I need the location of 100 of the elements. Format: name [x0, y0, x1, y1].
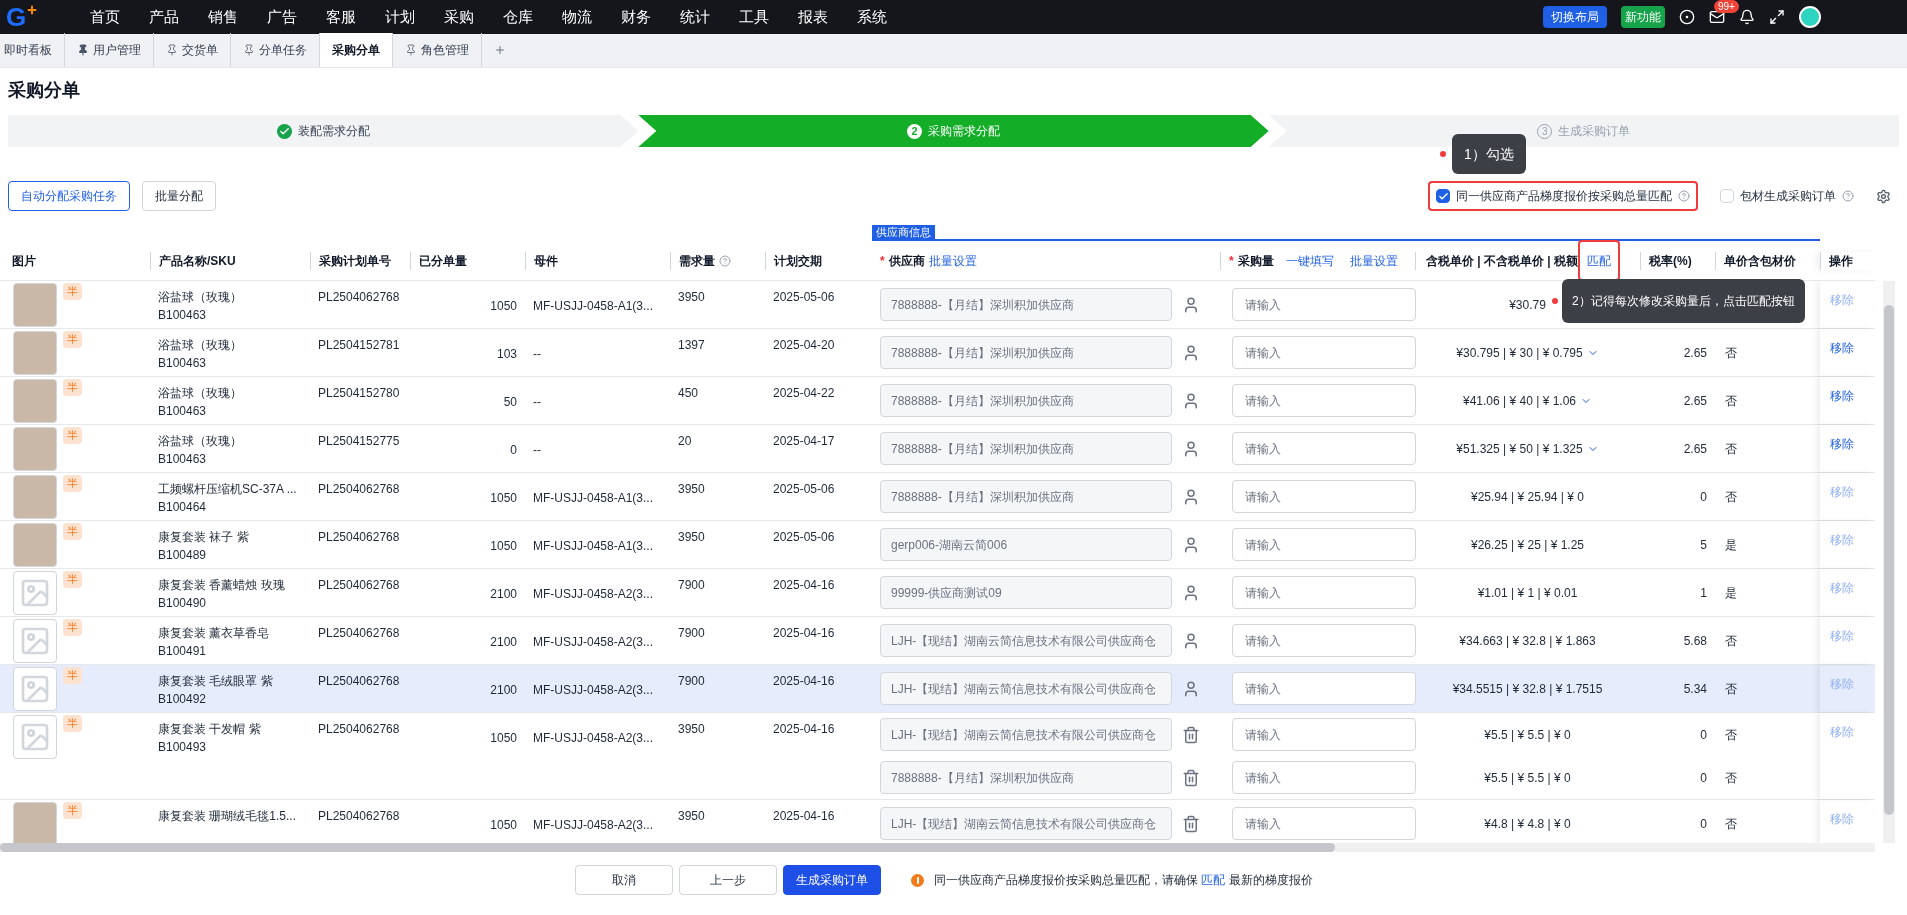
table-row[interactable]: 半 浴盐球（玫瑰） B100463 PL2504152775 0 -- 20 2025-04-17 7888888-【月结】深圳积加供应商 请输入 ¥51.325 | ¥ 50 | ¥ 1.325 2.65 否 移除 [0, 425, 1875, 473]
footer-button[interactable]: 取消 [575, 865, 673, 895]
quantity-input[interactable]: 请输入 [1232, 432, 1416, 465]
switch-layout-button[interactable]: 切换布局 [1543, 6, 1607, 28]
supplier-field[interactable]: LJH-【现结】湖南云简信息技术有限公司供应商仓 [880, 718, 1172, 751]
pin-icon[interactable] [405, 44, 417, 56]
supplier-field[interactable]: 7888888-【月结】深圳积加供应商 [880, 761, 1172, 794]
table-row[interactable]: 半 工频螺杆压缩机SC-37A ... B100464 PL2504062768 1050 MF-USJJ-0458-A1(3... 3950 2025-05-06 7888888-【月结】深圳积加供应商 请输入 ¥25.94 | ¥ 25.94 | ¥ 0 0 否 移除 [0, 473, 1875, 521]
remove-link[interactable]: 移除 [1830, 389, 1854, 403]
person-icon[interactable] [1182, 343, 1200, 362]
person-icon[interactable] [1182, 439, 1200, 458]
trash-icon[interactable] [1182, 725, 1200, 744]
quantity-input[interactable]: 请输入 [1232, 718, 1416, 751]
table-row[interactable]: 半 康复套装 薰衣草香皂 B100491 PL2504062768 2100 MF-USJJ-0458-A2(3... 7900 2025-04-16 LJH-【现结】湖南云简信息技术有限公司供应商仓 请输入 ¥34.663 | ¥ 32.8 | ¥ 1.863 5.68 否 移除 [0, 617, 1875, 665]
quantity-input[interactable]: 请输入 [1232, 807, 1416, 840]
page-tab[interactable]: 采购分单 [320, 33, 393, 67]
footer-button[interactable]: 上一步 [679, 865, 777, 895]
person-icon[interactable] [1182, 295, 1200, 314]
nav-item[interactable]: 仓库 [503, 5, 533, 29]
option-label[interactable]: 同一供应商产品梯度报价按采购总量匹配 [1456, 187, 1672, 205]
supplier-field[interactable]: gerp006-湖南云简006 [880, 528, 1172, 561]
pin-icon[interactable] [243, 44, 255, 56]
fill-all-link[interactable]: 一键填写 [1285, 251, 1334, 270]
nav-item[interactable]: 物流 [562, 5, 592, 29]
nav-item[interactable]: 首页 [90, 5, 120, 29]
table-cell-text: 2100 [489, 682, 518, 699]
quantity-input[interactable]: 请输入 [1232, 576, 1416, 609]
bell-icon[interactable] [1739, 9, 1755, 25]
trash-icon[interactable] [1182, 814, 1200, 833]
checkbox[interactable] [1436, 189, 1450, 203]
remove-link[interactable]: 移除 [1830, 341, 1854, 355]
table-cell-text: PL2504062768 [317, 577, 401, 594]
add-tab-icon[interactable] [494, 44, 506, 56]
supplier-field[interactable]: LJH-【现结】湖南云简信息技术有限公司供应商仓 [880, 624, 1172, 657]
nav-item[interactable]: 销售 [208, 5, 238, 29]
pin-icon[interactable] [166, 44, 178, 56]
quantity-input[interactable]: 请输入 [1232, 672, 1416, 705]
match-link[interactable]: 匹配 [1201, 873, 1226, 887]
nav-item[interactable]: 广告 [267, 5, 297, 29]
table-cell-text: 0 [509, 442, 518, 459]
remove-link[interactable]: 移除 [1830, 437, 1854, 451]
quantity-input[interactable]: 请输入 [1232, 480, 1416, 513]
person-icon[interactable] [1182, 583, 1200, 602]
match-link[interactable]: 匹配 [1587, 253, 1612, 268]
nav-item[interactable]: 采购 [444, 5, 474, 29]
nav-item[interactable]: 工具 [739, 5, 769, 29]
table-row[interactable]: 半 浴盐球（玫瑰） B100463 PL2504152780 50 -- 450 2025-04-22 7888888-【月结】深圳积加供应商 请输入 ¥41.06 | ¥ 40 | ¥ 1.06 2.65 否 移除 [0, 377, 1875, 425]
supplier-field[interactable]: 7888888-【月结】深圳积加供应商 [880, 432, 1172, 465]
page-tab[interactable]: 交货单 [154, 33, 231, 67]
page-tab[interactable]: 角色管理 [393, 33, 482, 67]
nav-item[interactable]: 系统 [857, 5, 887, 29]
trash-icon[interactable] [1182, 768, 1200, 787]
quantity-input[interactable]: 请输入 [1232, 761, 1416, 794]
table-cell-text: MF-USJJ-0458-A1(3... [532, 490, 655, 507]
supplier-field[interactable]: 7888888-【月结】深圳积加供应商 [880, 336, 1172, 369]
person-icon[interactable] [1182, 631, 1200, 650]
supplier-field[interactable]: 99999-供应商测试09 [880, 576, 1172, 609]
person-icon[interactable] [1182, 391, 1200, 410]
nav-item[interactable]: 产品 [149, 5, 179, 29]
logo[interactable]: G [6, 4, 66, 30]
person-icon[interactable] [1182, 535, 1200, 554]
nav-item[interactable]: 财务 [621, 5, 651, 29]
circle-icon[interactable] [1679, 9, 1695, 25]
nav-item[interactable]: 计划 [385, 5, 415, 29]
supplier-field[interactable]: LJH-【现结】湖南云简信息技术有限公司供应商仓 [880, 807, 1172, 840]
table-row[interactable]: 半 浴盐球（玫瑰） B100463 PL2504152781 103 -- 1397 2025-04-20 7888888-【月结】深圳积加供应商 请输入 ¥30.795 | ¥ 30 | ¥ 0.795 2.65 否 移除 [0, 329, 1875, 377]
supplier-field[interactable]: 7888888-【月结】深圳积加供应商 [880, 480, 1172, 513]
table-row[interactable]: 半 康复套装 香薰蜡烛 玫瑰 B100490 PL2504062768 2100 MF-USJJ-0458-A2(3... 7900 2025-04-16 99999-供应商测试09 请输入 ¥1.01 | ¥ 1 | ¥ 0.01 1 是 移除 [0, 569, 1875, 617]
table-row[interactable]: 半 康复套装 干发帽 紫 B100493 PL2504062768 1050 MF-USJJ-0458-A2(3... 3950 2025-04-16 LJH-【现结】湖南云简信息技术有限公司供应商仓 请输入 ¥5.5 | ¥ 5.5 | ¥ 0 0 否 7888888-【月结】深圳积加供应商 请输入 ¥5.5 | ¥ 5.5 | ¥ 0 0 否 移除 [0, 713, 1875, 800]
toolbar-button[interactable]: 批量分配 [142, 181, 216, 211]
page-tab[interactable]: 即时看板 [0, 33, 65, 67]
quantity-input[interactable]: 请输入 [1232, 624, 1416, 657]
quantity-input[interactable]: 请输入 [1232, 528, 1416, 561]
pin-icon[interactable] [77, 44, 89, 56]
option-label[interactable]: 包材生成采购订单 [1740, 187, 1836, 205]
table-row[interactable]: 半 康复套装 袜子 紫 B100489 PL2504062768 1050 MF-USJJ-0458-A1(3... 3950 2025-05-06 gerp006-湖南云简006 请输入 ¥26.25 | ¥ 25 | ¥ 1.25 5 是 移除 [0, 521, 1875, 569]
page-tab[interactable]: 用户管理 [65, 33, 154, 67]
toolbar-button[interactable]: 自动分配采购任务 [8, 181, 130, 211]
batch-set-link[interactable]: 批量设置 [1349, 251, 1398, 270]
nav-item[interactable]: 客服 [326, 5, 356, 29]
person-icon[interactable] [1182, 487, 1200, 506]
quantity-input[interactable]: 请输入 [1232, 288, 1416, 321]
quantity-input[interactable]: 请输入 [1232, 336, 1416, 369]
supplier-field[interactable]: 7888888-【月结】深圳积加供应商 [880, 288, 1172, 321]
fullscreen-icon[interactable] [1769, 9, 1785, 25]
supplier-field[interactable]: 7888888-【月结】深圳积加供应商 [880, 384, 1172, 417]
person-icon[interactable] [1182, 679, 1200, 698]
quantity-input[interactable]: 请输入 [1232, 384, 1416, 417]
nav-item[interactable]: 报表 [798, 5, 828, 29]
supplier-field[interactable]: LJH-【现结】湖南云简信息技术有限公司供应商仓 [880, 672, 1172, 705]
batch-set-link[interactable]: 批量设置 [928, 251, 977, 270]
table-cell-text: 7900 [677, 577, 706, 594]
vertical-scrollbar[interactable] [1883, 281, 1895, 843]
table-cell-text: PL2504062768 [317, 673, 401, 690]
footer-button[interactable]: 生成采购订单 [783, 865, 881, 895]
nav-item[interactable]: 统计 [680, 5, 710, 29]
table-row[interactable]: 半 康复套装 毛绒眼罩 紫 B100492 PL2504062768 2100 MF-USJJ-0458-A2(3... 7900 2025-04-16 LJH-【现结】湖南云简信息技术有限公司供应商仓 请输入 ¥34.5515 | ¥ 32.8 | ¥ 1.7515 5.34 否 移除 [0, 665, 1875, 713]
settings-icon[interactable] [1876, 188, 1891, 204]
avatar[interactable] [1799, 6, 1821, 28]
horizontal-scrollbar[interactable] [0, 843, 1875, 852]
